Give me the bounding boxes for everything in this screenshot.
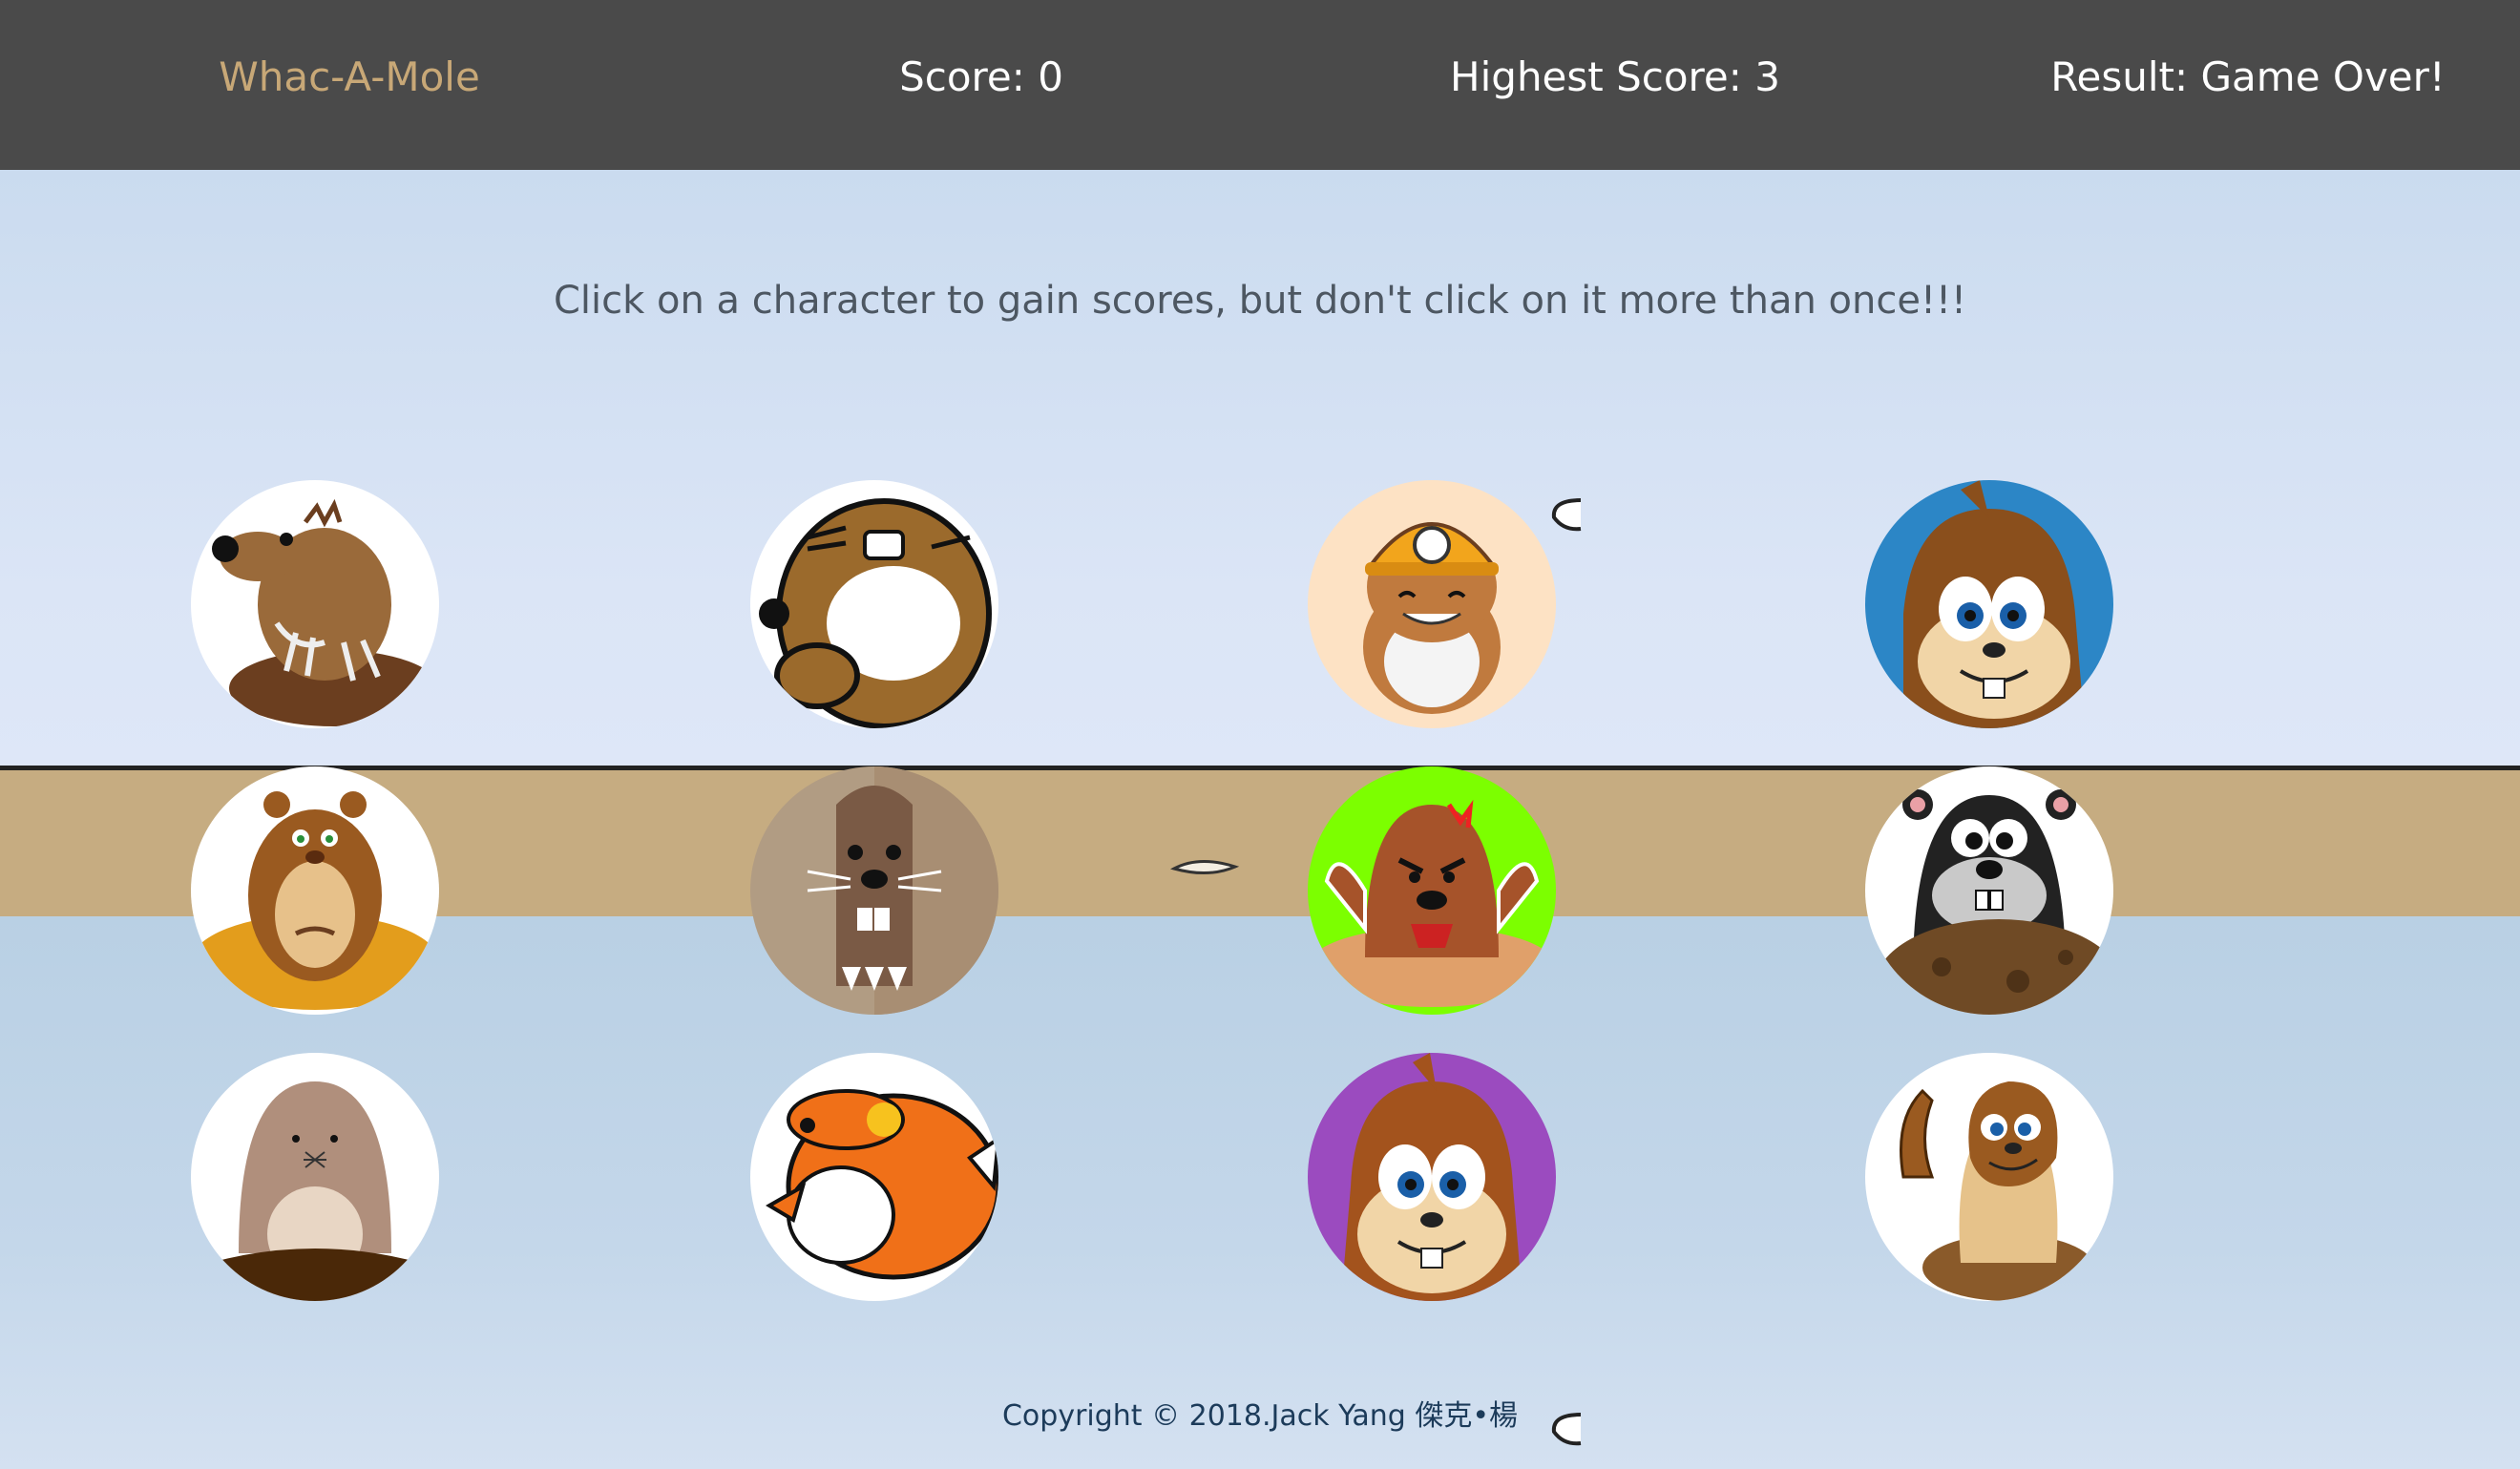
flat-mole-icon	[807, 766, 998, 1015]
simple-mole-icon	[210, 1081, 420, 1301]
mole-hole[interactable]	[750, 766, 998, 1015]
pointing-gopher-icon	[1900, 1081, 2094, 1301]
mole-hole[interactable]	[1865, 766, 2113, 1015]
mole-hole[interactable]	[1308, 766, 1556, 1015]
copyright-footer: Copyright © 2018.Jack Yang 傑克•楊	[1001, 1399, 1519, 1433]
mole-grid	[0, 0, 2520, 1469]
orange-hamster-icon	[766, 1089, 998, 1280]
chubby-beaver-icon	[759, 498, 992, 728]
mole-hole[interactable]	[191, 766, 439, 1015]
mole-hole[interactable]	[750, 480, 998, 728]
mole-claws-icon	[212, 498, 439, 726]
mole-hole[interactable]	[191, 480, 439, 728]
mole-hole[interactable]	[1308, 480, 1556, 728]
angry-mole-icon	[1308, 799, 1556, 1007]
miner-hamster-icon	[1363, 522, 1501, 714]
mole-hole[interactable]	[1865, 1053, 2113, 1301]
mole-hole[interactable]	[750, 1053, 998, 1301]
cartoon-mole-dirt-icon	[1875, 789, 2113, 1015]
chipmunk-face-icon	[1903, 480, 2085, 728]
mole-hole[interactable]	[1308, 1053, 1556, 1301]
mole-hole[interactable]	[191, 1053, 439, 1301]
chipmunk-face-icon	[1341, 1053, 1522, 1301]
groundhog-in-hole-icon	[191, 791, 439, 1010]
mole-hole[interactable]	[1865, 480, 2113, 728]
